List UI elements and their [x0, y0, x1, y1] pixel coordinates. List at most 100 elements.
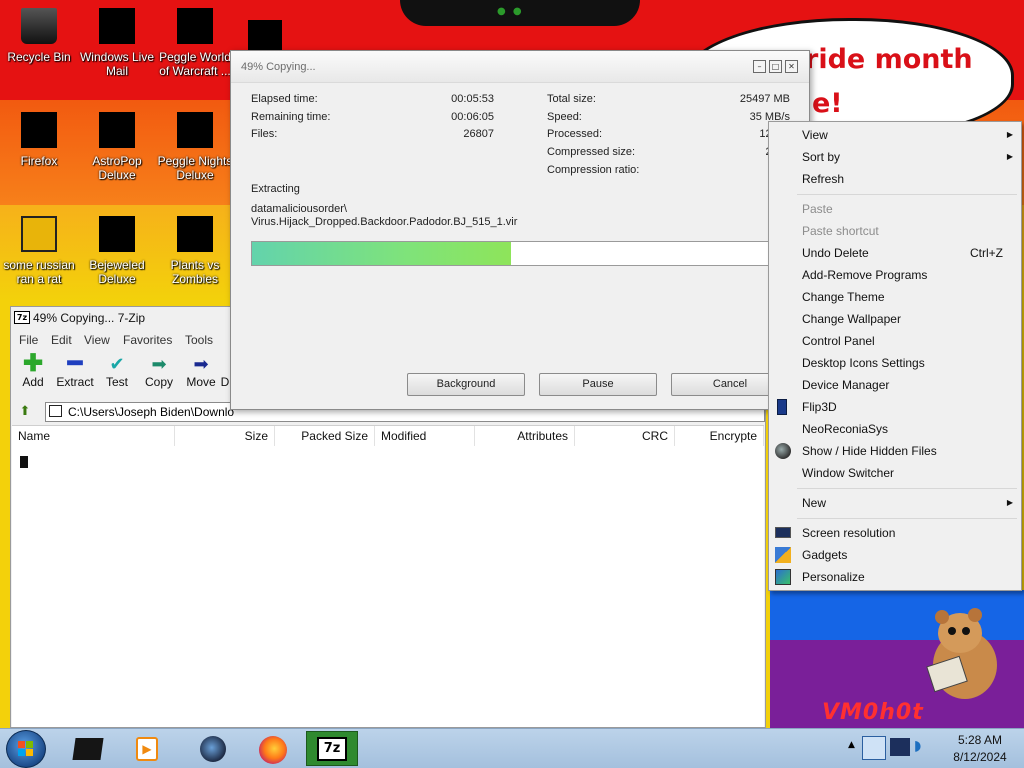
compression-ratio-label: Compression ratio:	[547, 164, 640, 176]
menu-separator	[797, 518, 1017, 519]
menu-item-refresh[interactable]: Refresh	[769, 168, 1021, 190]
clock-date: 8/12/2024	[953, 750, 1007, 764]
column-crc[interactable]: CRC	[575, 426, 675, 446]
menu-item-show-hide-hidden-files[interactable]: Show / Hide Hidden Files	[769, 440, 1021, 462]
desktop-icon-russian-rat[interactable]: some russian ran a rat	[0, 214, 78, 286]
firefox-icon	[259, 736, 287, 764]
taskbar-clock[interactable]: 5:28 AM 8/12/2024	[940, 728, 1020, 768]
menu-item-add-remove-programs[interactable]: Add-Remove Programs	[769, 264, 1021, 286]
system-tray: ▲ ◗	[842, 728, 942, 768]
start-button[interactable]	[6, 730, 46, 768]
desktop-icon-plants-vs-zombies[interactable]: Plants vs Zombies	[156, 214, 234, 286]
taskbar-explorer[interactable]	[66, 731, 110, 766]
desktop-icon-firefox[interactable]: Firefox	[0, 110, 78, 168]
menu-item-paste-shortcut[interactable]: Paste shortcut	[769, 220, 1021, 242]
minimize-icon[interactable]: –	[753, 60, 766, 73]
monitor-icon	[775, 527, 791, 538]
network-icon[interactable]	[890, 738, 910, 756]
tray-app-icon[interactable]	[862, 736, 886, 760]
menu-item-neoreconiasys[interactable]: NeoReconiaSys	[769, 418, 1021, 440]
menu-separator	[797, 194, 1017, 195]
volume-icon[interactable]: ◗	[914, 738, 934, 756]
desktop-icon-astropop[interactable]: AstroPop Deluxe	[78, 110, 156, 182]
menu-item-screen-resolution[interactable]: Screen resolution	[769, 522, 1021, 544]
menu-item-control-panel[interactable]: Control Panel	[769, 330, 1021, 352]
maximize-icon[interactable]: □	[769, 60, 782, 73]
media-player-icon: ▶	[136, 737, 158, 761]
desktop-icon-recycle-bin[interactable]: Recycle Bin	[0, 6, 78, 64]
copy-dialog-title: 49% Copying...	[241, 61, 316, 73]
chevron-right-icon: ▶	[1006, 130, 1013, 139]
test-button[interactable]: ✔ Test	[95, 353, 139, 395]
desktop-icon-peggle-world-of-warcraft[interactable]: Peggle World of Warcraft ...	[156, 6, 234, 78]
files-value: 26807	[463, 128, 494, 140]
remaining-value: 00:06:05	[451, 111, 494, 123]
move-arrow-icon: ➡	[193, 354, 209, 374]
folder-up-icon[interactable]: ⬆	[15, 403, 35, 421]
globe-icon	[775, 443, 791, 459]
taskbar-media-player[interactable]: ▶	[126, 731, 170, 766]
7zip-logo-icon: 7z	[14, 311, 30, 324]
column-name[interactable]: Name	[12, 426, 175, 446]
remaining-label: Remaining time:	[251, 111, 331, 123]
menu-tools[interactable]: Tools	[185, 333, 213, 347]
menu-item-new[interactable]: New ▶	[769, 492, 1021, 514]
personalize-icon	[775, 569, 791, 585]
menu-item-personalize[interactable]: Personalize	[769, 566, 1021, 588]
menu-item-window-switcher[interactable]: Window Switcher	[769, 462, 1021, 484]
7zip-title: 49% Copying... 7-Zip	[33, 311, 146, 325]
background-button[interactable]: Background	[407, 373, 525, 396]
close-icon[interactable]: ✕	[785, 60, 798, 73]
current-path-line2: Virus.Hijack_Dropped.Backdoor.Padodor.BJ…	[251, 216, 518, 228]
menu-item-change-wallpaper[interactable]: Change Wallpaper	[769, 308, 1021, 330]
peggle-nights-icon	[177, 112, 213, 148]
menu-edit[interactable]: Edit	[51, 333, 72, 347]
desktop-icon-bejeweled[interactable]: Bejeweled Deluxe	[78, 214, 156, 286]
plants-vs-zombies-icon	[177, 216, 213, 252]
menu-item-sort-by[interactable]: Sort by ▶	[769, 146, 1021, 168]
folder-icon	[49, 405, 62, 417]
column-attributes[interactable]: Attributes	[475, 426, 575, 446]
file-item-icon[interactable]	[20, 456, 28, 468]
desktop-icon-windows-live-mail[interactable]: Windows Live Mail	[78, 6, 156, 78]
column-encrypted[interactable]: Encrypte	[675, 426, 764, 446]
clock-time: 5:28 AM	[957, 733, 1003, 747]
menu-item-undo-delete[interactable]: Undo Delete Ctrl+Z	[769, 242, 1021, 264]
taskbar-7zip[interactable]: 7z	[306, 731, 358, 766]
add-button[interactable]: ✚ Add	[11, 352, 55, 395]
menu-item-change-theme[interactable]: Change Theme	[769, 286, 1021, 308]
menu-item-gadgets[interactable]: Gadgets	[769, 544, 1021, 566]
column-packed-size[interactable]: Packed Size	[275, 426, 375, 446]
menu-item-paste[interactable]: Paste	[769, 198, 1021, 220]
menu-item-device-manager[interactable]: Device Manager	[769, 374, 1021, 396]
current-path-line1: datamaliciousorder\	[251, 203, 347, 215]
copy-dialog-titlebar[interactable]: 49% Copying... – □ ✕	[231, 51, 809, 83]
menu-file[interactable]: File	[19, 333, 38, 347]
menu-item-desktop-icons-settings[interactable]: Desktop Icons Settings	[769, 352, 1021, 374]
column-size[interactable]: Size	[175, 426, 275, 446]
copy-button[interactable]: ➡ Copy	[137, 353, 181, 395]
chevron-right-icon: ▶	[1006, 498, 1013, 507]
peggle-wow-icon	[177, 8, 213, 44]
move-button[interactable]: ➡ Move	[179, 353, 223, 395]
action-label: Extracting	[251, 183, 300, 195]
menu-view[interactable]: View	[84, 333, 110, 347]
menu-favorites[interactable]: Favorites	[123, 333, 172, 347]
extract-button[interactable]: ━ Extract	[53, 352, 97, 395]
desktop-icon-hidden[interactable]	[248, 20, 282, 50]
taskbar-webcam[interactable]	[196, 731, 240, 766]
file-list[interactable]: Name Size Packed Size Modified Attribute…	[12, 425, 764, 727]
menu-item-view[interactable]: View ▶	[769, 124, 1021, 146]
menu-item-flip3d[interactable]: Flip3D	[769, 396, 1021, 418]
desktop-icon-peggle-nights[interactable]: Peggle Nights Deluxe	[156, 110, 234, 182]
copy-arrows-icon: ➡	[151, 354, 167, 374]
column-modified[interactable]: Modified	[375, 426, 475, 446]
pause-button[interactable]: Pause	[539, 373, 657, 396]
hamster-image	[926, 608, 997, 699]
desktop-context-menu[interactable]: View ▶ Sort by ▶ Refresh Paste Paste short…	[768, 121, 1022, 591]
taskbar-firefox[interactable]	[252, 731, 296, 766]
files-label: Files:	[251, 128, 278, 140]
copy-progress-dialog[interactable]: 49% Copying... – □ ✕ Elapsed time: 00:05…	[230, 50, 810, 410]
speed-label: Speed:	[547, 111, 582, 123]
show-hidden-icons-icon[interactable]: ▲	[848, 740, 855, 750]
